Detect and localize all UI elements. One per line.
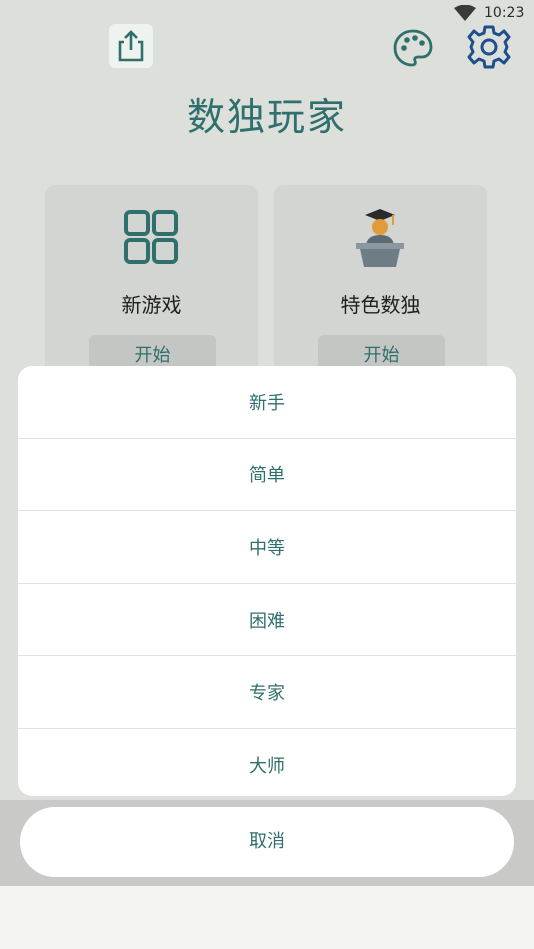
difficulty-option-medium[interactable]: 中等: [18, 511, 516, 584]
bottom-bar: [0, 886, 534, 949]
difficulty-option-expert[interactable]: 专家: [18, 656, 516, 729]
cancel-button[interactable]: 取消: [20, 807, 514, 877]
difficulty-option-hard[interactable]: 困难: [18, 584, 516, 657]
difficulty-option-master[interactable]: 大师: [18, 729, 516, 796]
difficulty-sheet: 新手 简单 中等 困难 专家 大师: [18, 366, 516, 796]
difficulty-option-easy[interactable]: 简单: [18, 439, 516, 512]
difficulty-option-beginner[interactable]: 新手: [18, 366, 516, 439]
